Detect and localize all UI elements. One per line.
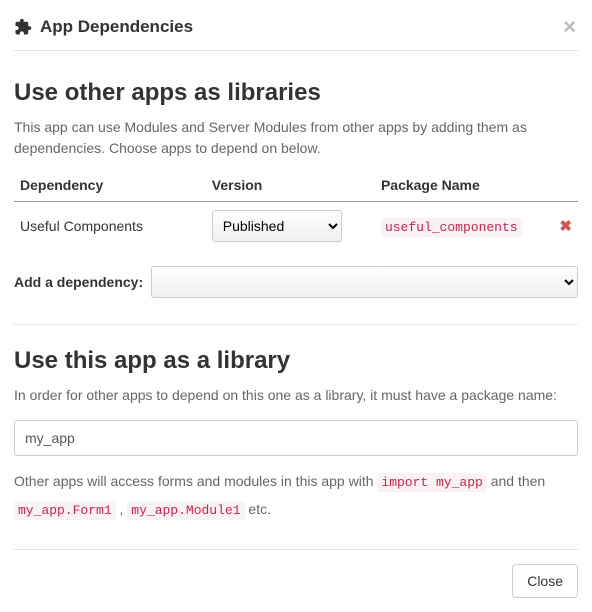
table-row: Useful Components Published useful_compo… — [14, 202, 578, 251]
puzzle-icon — [14, 18, 32, 36]
code-form: my_app.Form1 — [14, 501, 116, 520]
library-usage-hint: Other apps will access forms and modules… — [14, 468, 578, 523]
section-desc: This app can use Modules and Server Modu… — [14, 117, 578, 159]
dialog-title: App Dependencies — [40, 17, 193, 37]
add-dependency-row: Add a dependency: — [14, 266, 578, 325]
dialog-footer: Close — [14, 549, 578, 598]
add-dependency-label: Add a dependency: — [14, 274, 143, 290]
col-package: Package Name — [375, 169, 544, 202]
section-title: Use other apps as libraries — [14, 79, 578, 107]
package-name: useful_components — [381, 218, 522, 237]
add-dependency-select[interactable] — [151, 266, 578, 298]
dialog-header: App Dependencies × — [14, 14, 578, 51]
col-version: Version — [206, 169, 375, 202]
dependencies-table: Dependency Version Package Name Useful C… — [14, 169, 578, 250]
package-name-input[interactable] — [14, 420, 578, 456]
col-dependency: Dependency — [14, 169, 206, 202]
use-other-apps-section: Use other apps as libraries This app can… — [14, 79, 578, 325]
version-select[interactable]: Published — [212, 210, 342, 242]
dependencies-dialog: App Dependencies × Use other apps as lib… — [0, 0, 592, 612]
section-title: Use this app as a library — [14, 347, 578, 375]
section-desc: In order for other apps to depend on thi… — [14, 385, 578, 406]
close-icon[interactable]: × — [561, 16, 578, 38]
code-import: import my_app — [377, 473, 486, 492]
dep-name: Useful Components — [14, 202, 206, 251]
close-button[interactable]: Close — [512, 564, 578, 598]
remove-dependency-button[interactable]: ✖ — [544, 202, 578, 251]
code-module: my_app.Module1 — [127, 501, 244, 520]
use-as-library-section: Use this app as a library In order for o… — [14, 347, 578, 523]
